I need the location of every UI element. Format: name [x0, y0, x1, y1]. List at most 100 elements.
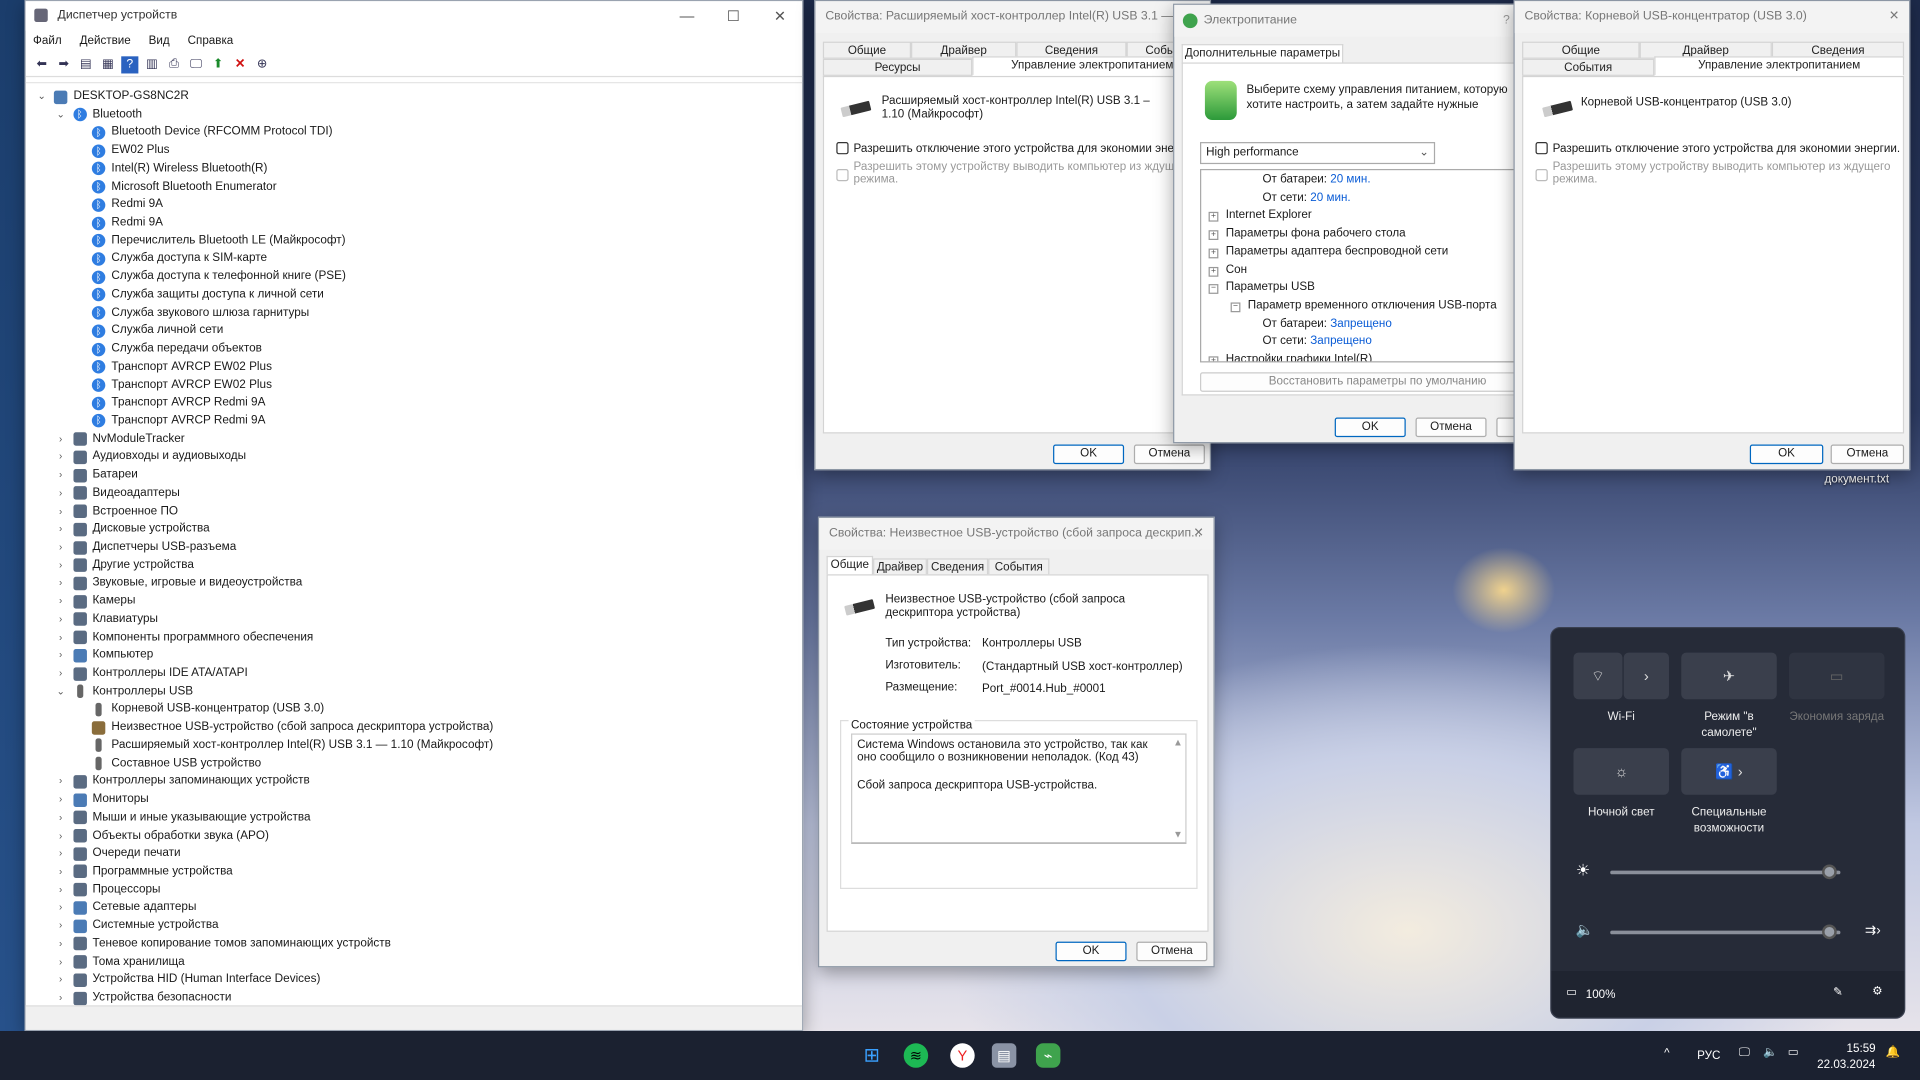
expand-box-icon[interactable]: +: [1208, 266, 1219, 277]
expand-chevron-icon[interactable]: ›: [54, 935, 66, 952]
battery-percent[interactable]: 100%: [1586, 988, 1616, 1001]
expand-chevron-icon[interactable]: ›: [54, 953, 66, 970]
uninstall-icon[interactable]: ✕: [231, 56, 248, 73]
power-scheme-select[interactable]: High performance ⌄: [1200, 142, 1436, 165]
expand-chevron-icon[interactable]: ›: [54, 917, 66, 934]
cancel-button[interactable]: Отмена: [1133, 444, 1205, 465]
restore-defaults-button[interactable]: Восстановить параметры по умолчанию: [1200, 372, 1556, 392]
night-light-toggle[interactable]: ☼: [1573, 748, 1669, 795]
cancel-button[interactable]: Отмена: [1415, 417, 1487, 438]
download-icon[interactable]: ⊕: [253, 56, 270, 73]
tree-item[interactable]: ᛒ Служба доступа к телефонной книге (PSE): [26, 268, 797, 285]
ok-button[interactable]: OK: [1334, 417, 1406, 438]
tree-item[interactable]: ᛒ Служба личной сети: [26, 322, 797, 339]
edit-icon[interactable]: ✎: [1833, 986, 1843, 999]
show-hidden-icons-chevron[interactable]: ^: [1664, 1047, 1669, 1060]
power-setting-item[interactable]: От сети: Запрещено: [1262, 335, 1371, 348]
ok-button[interactable]: OK: [1055, 941, 1127, 962]
tree-item[interactable]: › Компоненты программного обеспечения: [26, 629, 797, 646]
tree-item[interactable]: ᛒ EW02 Plus: [26, 142, 797, 159]
power-setting-item[interactable]: − Параметр временного отключения USB-порт…: [1230, 299, 1497, 313]
setting-value[interactable]: Запрещено: [1330, 317, 1392, 330]
brightness-knob[interactable]: [1821, 864, 1837, 880]
wifi-expand[interactable]: ›: [1623, 652, 1669, 700]
expand-chevron-icon[interactable]: ›: [54, 881, 66, 898]
collapse-box-icon[interactable]: −: [1208, 284, 1219, 295]
allow-wake-checkbox[interactable]: Разрешить этому устройству выводить комп…: [1535, 161, 1891, 186]
expand-chevron-icon[interactable]: ›: [54, 773, 66, 790]
tree-item[interactable]: › Диспетчеры USB-разъема: [26, 539, 797, 556]
tree-item[interactable]: ᛒ Транспорт AVRCP Redmi 9A: [26, 413, 797, 430]
expand-chevron-icon[interactable]: ›: [54, 809, 66, 826]
expand-chevron-icon[interactable]: ›: [54, 521, 66, 538]
tree-item[interactable]: › Батареи: [26, 467, 797, 484]
menu-view[interactable]: Вид: [149, 34, 170, 47]
menu-action[interactable]: Действие: [80, 34, 131, 47]
tree-item[interactable]: › NvModuleTracker: [26, 431, 797, 448]
close-button[interactable]: ✕: [1889, 1, 1899, 33]
tree-item[interactable]: ᛒ Bluetooth Device (RFCOMM Protocol TDI): [26, 124, 797, 141]
wifi-toggle[interactable]: ⌔: [1573, 652, 1623, 700]
tree-item[interactable]: › Контроллеры запоминающих устройств: [26, 773, 797, 790]
scan-hardware-icon[interactable]: 🖵: [187, 56, 204, 73]
help-icon[interactable]: ?: [121, 55, 139, 73]
tab-events[interactable]: События: [1522, 58, 1655, 76]
collapse-chevron-icon[interactable]: ⌄: [54, 106, 66, 123]
expand-chevron-icon[interactable]: ›: [54, 467, 66, 484]
expand-chevron-icon[interactable]: ›: [54, 647, 66, 664]
show-hide-tree-icon[interactable]: ▤: [77, 56, 94, 73]
expand-box-icon[interactable]: +: [1208, 356, 1219, 362]
tree-item[interactable]: ⌄ Контроллеры USB: [26, 683, 797, 700]
tree-item[interactable]: › Дисковые устройства: [26, 521, 797, 538]
close-button[interactable]: ✕: [758, 1, 802, 30]
power-setting-item[interactable]: − Параметры USB: [1208, 281, 1315, 295]
spotify-icon[interactable]: ≋: [903, 1043, 929, 1068]
update-driver-icon[interactable]: ⬆: [209, 56, 226, 73]
expand-box-icon[interactable]: +: [1208, 212, 1219, 223]
tab-general[interactable]: Общие: [1522, 41, 1640, 59]
tab-driver[interactable]: Драйвер: [873, 558, 927, 576]
tab-advanced-settings[interactable]: Дополнительные параметры: [1181, 44, 1344, 64]
power-setting-item[interactable]: + Параметры фона рабочего стола: [1208, 227, 1406, 241]
minimize-button[interactable]: —: [665, 1, 709, 30]
tree-item[interactable]: ᛒ Транспорт AVRCP EW02 Plus: [26, 377, 797, 394]
tree-item[interactable]: › Видеоадаптеры: [26, 485, 797, 502]
yandex-browser-icon[interactable]: Y: [950, 1043, 975, 1068]
network-icon[interactable]: 🖵: [1739, 1046, 1750, 1059]
tree-item[interactable]: ⌄ DESKTOP-GS8NC2R: [26, 88, 797, 105]
tree-item[interactable]: › Программные устройства: [26, 863, 797, 880]
power-setting-item[interactable]: + Сон: [1208, 263, 1247, 277]
tree-item[interactable]: ᛒ Redmi 9A: [26, 214, 797, 231]
power-setting-item[interactable]: От батареи: Запрещено: [1262, 317, 1391, 330]
tree-item[interactable]: › Другие устройства: [26, 557, 797, 574]
windows-start-icon[interactable]: ⊞: [860, 1043, 884, 1067]
tree-item[interactable]: ᛒ Microsoft Bluetooth Enumerator: [26, 178, 797, 195]
tree-item[interactable]: Расширяемый хост-контроллер Intel(R) USB…: [26, 737, 797, 754]
tree-item[interactable]: › Мыши и иные указывающие устройства: [26, 809, 797, 826]
tree-item[interactable]: › Встроенное ПО: [26, 503, 797, 520]
power-setting-item[interactable]: От сети: 20 мин.: [1262, 191, 1350, 204]
expand-chevron-icon[interactable]: ›: [54, 629, 66, 646]
tree-item[interactable]: Неизвестное USB-устройство (сбой запроса…: [26, 719, 797, 736]
tree-item[interactable]: › Очереди печати: [26, 845, 797, 862]
tree-item[interactable]: ᛒ Redmi 9A: [26, 196, 797, 213]
allow-power-off-checkbox[interactable]: Разрешить отключение этого устройства дл…: [1535, 142, 1900, 156]
power-options-icon[interactable]: ⌁: [1035, 1043, 1061, 1068]
tab-resources[interactable]: Ресурсы: [822, 58, 973, 76]
tree-item[interactable]: › Теневое копирование томов запоминающих …: [26, 935, 797, 952]
volume-tray-icon[interactable]: 🔈: [1763, 1046, 1778, 1059]
tree-item[interactable]: › Мониторы: [26, 791, 797, 808]
setting-value[interactable]: Запрещено: [1310, 335, 1372, 348]
expand-chevron-icon[interactable]: ›: [54, 791, 66, 808]
power-setting-item[interactable]: От батареи: 20 мин.: [1262, 173, 1370, 186]
tree-item[interactable]: Корневой USB-концентратор (USB 3.0): [26, 701, 797, 718]
power-setting-item[interactable]: + Internet Explorer: [1208, 209, 1312, 223]
expand-chevron-icon[interactable]: ›: [54, 971, 66, 988]
expand-chevron-icon[interactable]: ›: [54, 989, 66, 1005]
setting-value[interactable]: 20 мин.: [1310, 191, 1350, 204]
tree-item[interactable]: ᛒ Intel(R) Wireless Bluetooth(R): [26, 160, 797, 177]
status-textbox[interactable]: Система Windows остановила это устройств…: [851, 733, 1187, 844]
tree-item[interactable]: › Клавиатуры: [26, 611, 797, 628]
ok-button[interactable]: OK: [1053, 444, 1125, 465]
expand-chevron-icon[interactable]: ›: [54, 575, 66, 592]
